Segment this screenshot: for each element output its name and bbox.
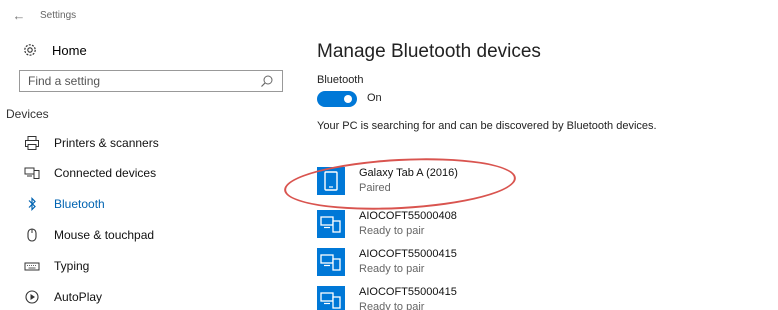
sidebar-item-label: AutoPlay: [54, 290, 103, 304]
bluetooth-label: Bluetooth: [317, 74, 364, 86]
computer-device-icon: [317, 248, 345, 276]
section-heading-devices: Devices: [6, 107, 49, 121]
search-placeholder: Find a setting: [28, 74, 101, 88]
bluetooth-toggle[interactable]: [317, 91, 357, 107]
device-name: AIOCOFT55000408: [359, 210, 457, 222]
sidebar-item-connected-devices[interactable]: Connected devices: [0, 160, 290, 186]
device-status: Ready to pair: [359, 263, 425, 275]
sidebar-item-label: Mouse & touchpad: [54, 228, 155, 242]
device-status: Paired: [359, 182, 391, 194]
sidebar-item-label: Connected devices: [54, 166, 157, 180]
sidebar-item-bluetooth[interactable]: Bluetooth: [0, 191, 290, 217]
device-item[interactable]: AIOCOFT55000415 Ready to pair: [317, 286, 617, 310]
device-item[interactable]: AIOCOFT55000408 Ready to pair: [317, 210, 617, 242]
home-nav-item[interactable]: Home: [22, 41, 87, 59]
sidebar-item-label: Printers & scanners: [54, 136, 159, 150]
keyboard-icon: [24, 258, 40, 274]
page-title: Manage Bluetooth devices: [317, 41, 541, 62]
sidebar-item-mouse-touchpad[interactable]: Mouse & touchpad: [0, 222, 290, 248]
computer-device-icon: [317, 286, 345, 310]
toggle-state-label: On: [367, 92, 382, 104]
toggle-knob: [344, 95, 352, 103]
home-label: Home: [52, 42, 87, 58]
device-name: AIOCOFT55000415: [359, 248, 457, 260]
device-name: Galaxy Tab A (2016): [359, 167, 458, 179]
main-content: Manage Bluetooth devices Bluetooth On Yo…: [317, 0, 778, 310]
device-status: Ready to pair: [359, 225, 425, 237]
mouse-icon: [24, 227, 40, 243]
bluetooth-icon: [24, 196, 40, 212]
search-input[interactable]: Find a setting: [19, 70, 283, 92]
sidebar-item-autoplay[interactable]: AutoPlay: [0, 284, 290, 310]
tablet-icon: [317, 167, 345, 195]
discovery-description: Your PC is searching for and can be disc…: [317, 120, 657, 132]
connected-devices-icon: [24, 165, 40, 181]
window-title: Settings: [40, 10, 77, 21]
sidebar-item-label: Bluetooth: [54, 197, 105, 211]
device-name: AIOCOFT55000415: [359, 286, 457, 298]
autoplay-icon: [24, 289, 40, 305]
device-status: Ready to pair: [359, 301, 425, 310]
computer-device-icon: [317, 210, 345, 238]
sidebar-item-printers[interactable]: Printers & scanners: [0, 130, 290, 156]
device-item[interactable]: Galaxy Tab A (2016) Paired: [317, 167, 617, 199]
printer-icon: [24, 135, 40, 151]
sidebar-item-typing[interactable]: Typing: [0, 253, 290, 279]
gear-icon: [24, 44, 36, 56]
sidebar-item-label: Typing: [54, 259, 90, 273]
sidebar: Home Find a setting Devices Printers & s…: [0, 30, 290, 310]
search-icon[interactable]: [260, 74, 274, 88]
device-item[interactable]: AIOCOFT55000415 Ready to pair: [317, 248, 617, 280]
back-arrow-icon[interactable]: ←: [12, 8, 26, 23]
